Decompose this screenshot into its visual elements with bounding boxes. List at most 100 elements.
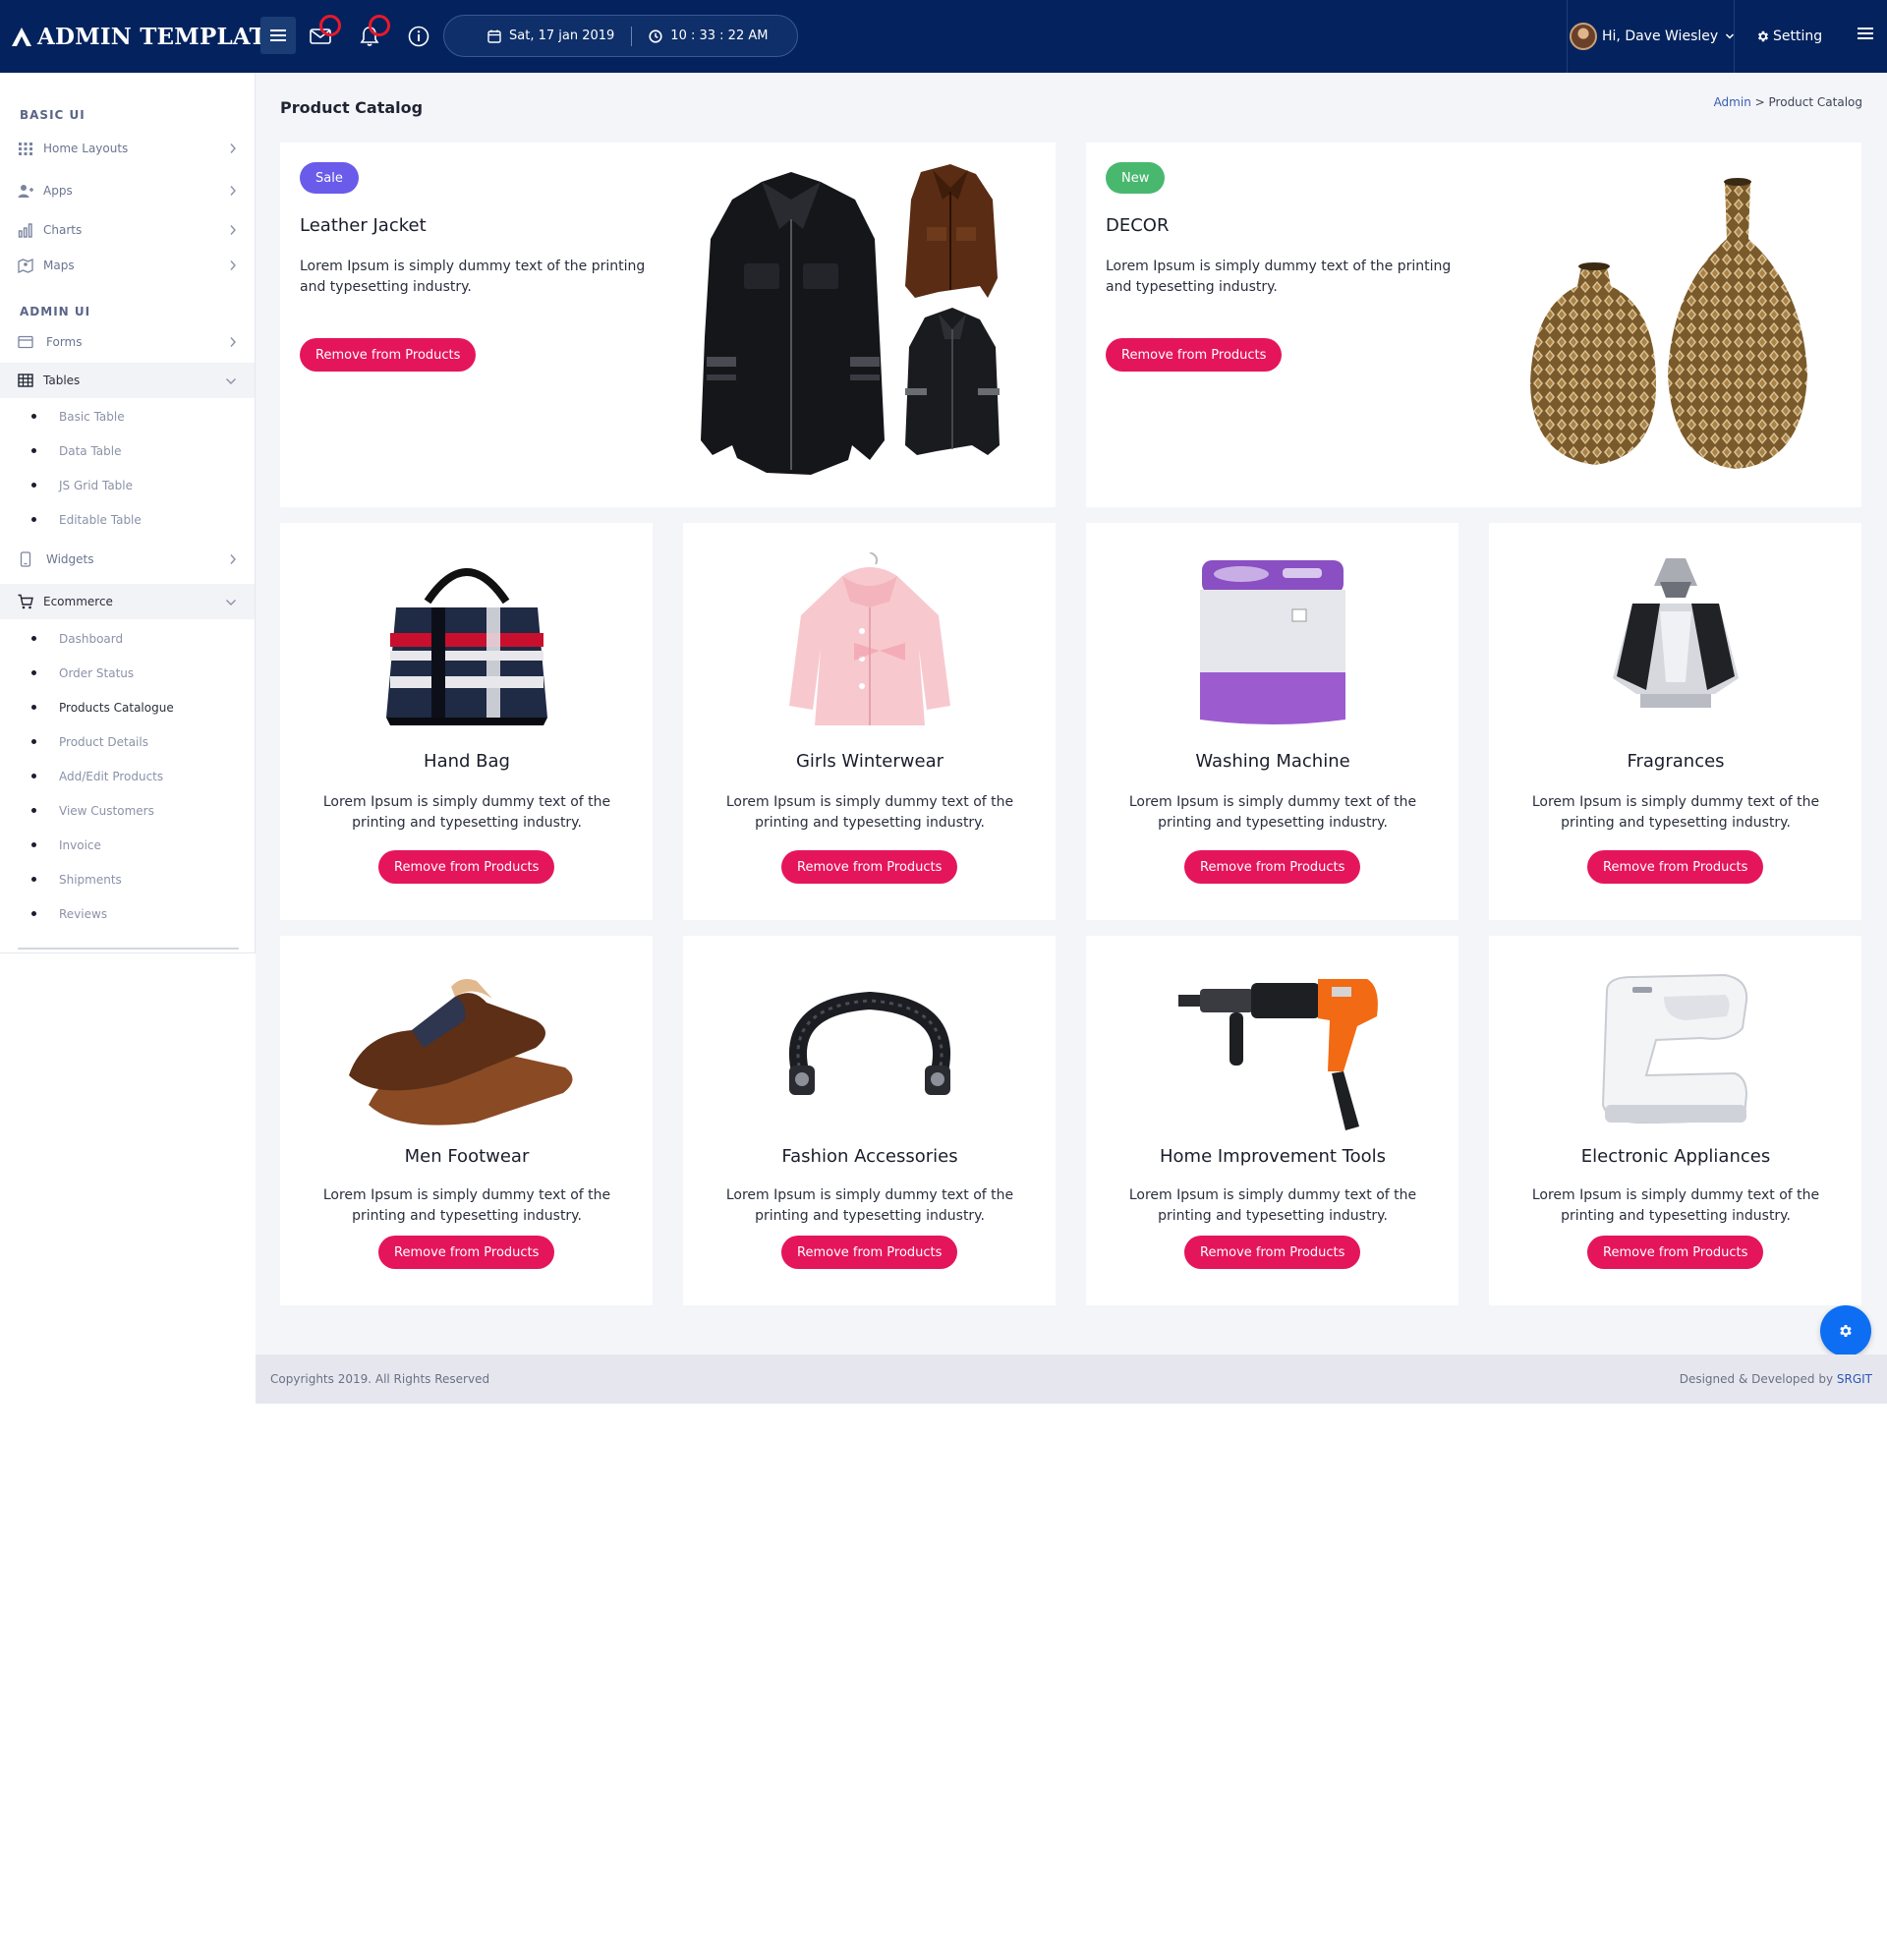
- remove-from-products-button[interactable]: Remove from Products: [1184, 1236, 1361, 1269]
- clipped-item-edge: [18, 948, 239, 950]
- messages-button[interactable]: [306, 15, 341, 51]
- fragrances-image: [1613, 558, 1739, 708]
- sidebar-subitem-editable-table[interactable]: Editable Table: [0, 507, 255, 533]
- product-name: Men Footwear: [404, 1146, 530, 1167]
- sidebar-subitem-label: View Customers: [59, 804, 154, 818]
- sidebar-subitem-shipments[interactable]: Shipments: [0, 867, 255, 893]
- users-icon: [18, 185, 33, 198]
- sidebar-subitem-label: Basic Table: [59, 410, 125, 424]
- sidebar-subitem-label: Order Status: [59, 666, 135, 680]
- time-display: 10 : 33 : 22 AM: [649, 29, 768, 43]
- remove-from-products-button[interactable]: Remove from Products: [781, 850, 958, 884]
- sidebar-subitem-label: Dashboard: [59, 632, 124, 646]
- bar-chart-icon: [18, 223, 32, 238]
- sidebar-subitem-js-grid-table[interactable]: JS Grid Table: [0, 473, 255, 498]
- logo-text: ADMIN TEMPLATE: [37, 23, 284, 50]
- sidebar-subitem-products-catalogue[interactable]: Products Catalogue: [0, 695, 255, 721]
- remove-from-products-button[interactable]: Remove from Products: [781, 1236, 958, 1269]
- sidebar-subitem-label: Editable Table: [59, 513, 142, 527]
- bullet-dot: [31, 705, 36, 710]
- sidebar-item-charts[interactable]: Charts: [0, 212, 255, 248]
- remove-from-products-button[interactable]: Remove from Products: [1184, 850, 1361, 884]
- decor-vases-image: [1530, 178, 1807, 469]
- sidebar-item-label: Widgets: [46, 552, 94, 566]
- datetime-divider: [631, 26, 633, 46]
- sidebar-subitem-product-details[interactable]: Product Details: [0, 729, 255, 755]
- product-description: Lorem Ipsum is simply dummy text of the …: [1531, 794, 1820, 831]
- bullet-dot: [31, 636, 36, 641]
- sidebar-subitem-order-status[interactable]: Order Status: [0, 661, 255, 686]
- product-card: Home Improvement Tools Lorem Ipsum is si…: [1086, 936, 1458, 1305]
- product-card: Hand Bag Lorem Ipsum is simply dummy tex…: [280, 523, 653, 920]
- product-card: Girls Winterwear Lorem Ipsum is simply d…: [683, 523, 1056, 920]
- sidebar-item-maps[interactable]: Maps: [0, 248, 255, 283]
- sidebar-item-label: Forms: [46, 335, 83, 349]
- sidebar-subitem-add-edit-products[interactable]: Add/Edit Products: [0, 764, 255, 789]
- user-menu[interactable]: Hi, Dave Wiesley: [1567, 0, 1735, 73]
- bullet-dot: [31, 483, 36, 488]
- product-card: Fragrances Lorem Ipsum is simply dummy t…: [1489, 523, 1861, 920]
- product-name: Home Improvement Tools: [1159, 1146, 1387, 1167]
- grid-icon: [19, 143, 32, 155]
- sidebar-item-tables[interactable]: Tables: [0, 363, 255, 398]
- clock-icon: [649, 29, 662, 43]
- date-display: Sat, 17 jan 2019: [487, 29, 614, 43]
- product-description: Lorem Ipsum is simply dummy text of the …: [1531, 1187, 1820, 1224]
- bullet-dot: [31, 774, 36, 778]
- chevron-right-icon: [230, 260, 236, 270]
- sidebar-toggle-button[interactable]: [260, 17, 296, 54]
- cart-icon: [18, 594, 33, 609]
- home-improvement-tools-image: [1178, 979, 1378, 1130]
- product-description: Lorem Ipsum is simply dummy text of the …: [1128, 1187, 1417, 1224]
- info-button[interactable]: [404, 22, 433, 51]
- sidebar-subitem-label: Invoice: [59, 838, 101, 852]
- remove-from-products-button[interactable]: Remove from Products: [378, 1236, 555, 1269]
- leather-jacket-image: [701, 164, 1000, 475]
- remove-from-products-button[interactable]: Remove from Products: [378, 850, 555, 884]
- sidebar-subitem-basic-table[interactable]: Basic Table: [0, 404, 255, 430]
- bullet-dot: [31, 911, 36, 916]
- product-description: Lorem Ipsum is simply dummy text of the …: [725, 1187, 1014, 1224]
- footer-credit-prefix: Designed & Developed by: [1679, 1372, 1837, 1386]
- remove-from-products-button[interactable]: Remove from Products: [1106, 338, 1283, 372]
- sidebar-item-widgets[interactable]: Widgets: [0, 542, 255, 577]
- sidebar-subitem-reviews[interactable]: Reviews: [0, 901, 255, 927]
- right-menu-icon[interactable]: [1858, 27, 1873, 40]
- remove-from-products-button[interactable]: Remove from Products: [300, 338, 477, 372]
- setting-label: Setting: [1773, 29, 1823, 44]
- sidebar-subitem-label: Product Details: [59, 735, 148, 749]
- product-name: Hand Bag: [424, 751, 510, 772]
- notification-badge: [319, 15, 341, 36]
- logo[interactable]: ADMIN TEMPLATE: [10, 22, 284, 51]
- product-card: Electronic Appliances Lorem Ipsum is sim…: [1489, 936, 1861, 1305]
- settings-fab-button[interactable]: [1820, 1305, 1871, 1356]
- sidebar-item-forms[interactable]: Forms: [0, 324, 255, 360]
- sidebar-subitem-data-table[interactable]: Data Table: [0, 438, 255, 464]
- sidebar-subitem-view-customers[interactable]: View Customers: [0, 798, 255, 824]
- sidebar-item-label: Maps: [43, 259, 75, 272]
- map-icon: [18, 258, 33, 273]
- chevron-right-icon: [230, 337, 236, 347]
- bullet-dot: [31, 842, 36, 847]
- footer-brand-link[interactable]: SRGIT: [1837, 1372, 1872, 1386]
- remove-from-products-button[interactable]: Remove from Products: [1587, 850, 1764, 884]
- breadcrumb-link-admin[interactable]: Admin: [1714, 95, 1751, 109]
- sidebar-heading-admin: ADMIN UI: [20, 305, 91, 318]
- breadcrumb-current: Product Catalog: [1768, 95, 1862, 109]
- sidebar-item-apps[interactable]: Apps: [0, 173, 255, 208]
- featured-product-card: New DECOR Lorem Ipsum is simply dummy te…: [1086, 143, 1861, 507]
- notifications-button[interactable]: [355, 15, 390, 51]
- sidebar-subitem-label: Shipments: [59, 873, 122, 887]
- info-icon: [408, 26, 429, 47]
- remove-from-products-button[interactable]: Remove from Products: [1587, 1236, 1764, 1269]
- chevron-down-icon: [226, 600, 236, 605]
- electronic-appliances-image: [1601, 973, 1748, 1124]
- sidebar-subitem-dashboard[interactable]: Dashboard: [0, 626, 255, 652]
- chevron-down-icon: [226, 378, 236, 384]
- sidebar-subitem-label: Products Catalogue: [59, 701, 174, 715]
- sidebar-item-ecommerce[interactable]: Ecommerce: [0, 584, 255, 619]
- product-description: Lorem Ipsum is simply dummy text of the …: [725, 794, 1014, 831]
- sidebar-subitem-invoice[interactable]: Invoice: [0, 833, 255, 858]
- calendar-icon: [487, 29, 501, 43]
- sidebar-item-home-layouts[interactable]: Home Layouts: [0, 131, 255, 166]
